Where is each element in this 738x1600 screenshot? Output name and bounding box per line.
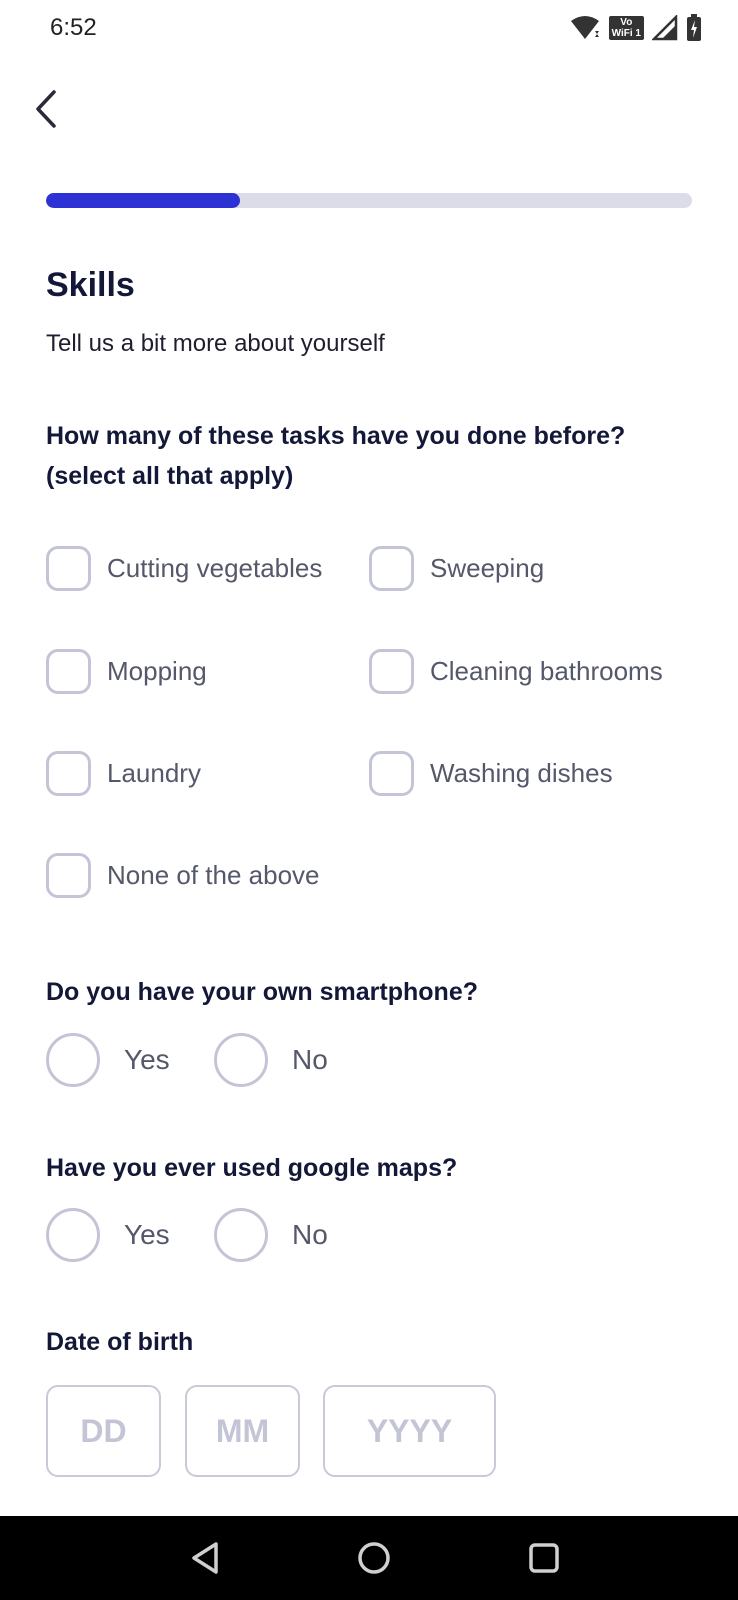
navigation-bar xyxy=(0,1516,738,1600)
home-circle-icon xyxy=(358,1542,390,1574)
radio-label: No xyxy=(292,1219,328,1250)
checkbox-box[interactable] xyxy=(369,546,414,591)
checkbox-none-of-the-above[interactable]: None of the above xyxy=(46,853,320,898)
page-title: Skills xyxy=(46,266,135,304)
nav-back-button[interactable] xyxy=(186,1538,226,1578)
nav-home-button[interactable] xyxy=(354,1538,394,1578)
dob-month-input[interactable] xyxy=(185,1385,300,1477)
dob-day-input[interactable] xyxy=(46,1385,161,1477)
battery-charging-icon xyxy=(687,14,701,41)
checkbox-box[interactable] xyxy=(46,751,91,796)
radio-smartphone-yes[interactable]: Yes xyxy=(46,1033,170,1087)
checkbox-box[interactable] xyxy=(46,649,91,694)
checkbox-washing-dishes[interactable]: Washing dishes xyxy=(369,751,613,796)
tasks-question: How many of these tasks have you done be… xyxy=(46,416,625,496)
radio-maps-no[interactable]: No xyxy=(214,1208,328,1262)
checkbox-box[interactable] xyxy=(369,751,414,796)
page-subtitle: Tell us a bit more about yourself xyxy=(46,330,385,357)
checkbox-laundry[interactable]: Laundry xyxy=(46,751,201,796)
checkbox-label: None of the above xyxy=(107,860,320,890)
vowifi-icon: Vo WiFi 1 xyxy=(608,16,644,40)
checkbox-box[interactable] xyxy=(46,546,91,591)
status-time: 6:52 xyxy=(50,14,97,41)
progress-fill xyxy=(46,193,240,208)
checkbox-label: Laundry xyxy=(107,758,201,788)
smartphone-question: Do you have your own smartphone? xyxy=(46,978,478,1006)
checkbox-label: Sweeping xyxy=(430,553,545,583)
checkbox-label: Cleaning bathrooms xyxy=(430,656,663,686)
dob-label: Date of birth xyxy=(46,1328,194,1356)
checkbox-sweeping[interactable]: Sweeping xyxy=(369,546,544,591)
radio-circle[interactable] xyxy=(46,1208,100,1262)
checkbox-label: Washing dishes xyxy=(430,758,613,788)
checkbox-mopping[interactable]: Mopping xyxy=(46,649,207,694)
radio-circle[interactable] xyxy=(214,1208,268,1262)
tasks-question-line2: (select all that apply) xyxy=(46,462,294,490)
status-icons: Vo WiFi 1 xyxy=(569,14,702,42)
radio-label: Yes xyxy=(124,1219,170,1250)
checkbox-cutting-vegetables[interactable]: Cutting vegetables xyxy=(46,546,322,591)
radio-label: Yes xyxy=(124,1044,170,1075)
status-bar: 6:52 Vo WiFi 1 xyxy=(0,0,738,56)
radio-label: No xyxy=(292,1044,328,1075)
dob-year-input[interactable] xyxy=(323,1385,496,1477)
progress-bar xyxy=(46,193,692,208)
back-button[interactable] xyxy=(30,84,66,134)
wifi-icon xyxy=(570,16,599,39)
chevron-left-icon xyxy=(36,90,56,128)
checkbox-label: Mopping xyxy=(107,656,207,686)
checkbox-label: Cutting vegetables xyxy=(107,553,323,583)
recents-square-icon xyxy=(529,1543,559,1573)
checkbox-box[interactable] xyxy=(369,649,414,694)
nav-recents-button[interactable] xyxy=(524,1538,564,1578)
tasks-question-line1: How many of these tasks have you done be… xyxy=(46,422,626,450)
signal-icon xyxy=(652,15,678,41)
vowifi-top-text: Vo xyxy=(620,17,633,28)
checkbox-box[interactable] xyxy=(46,853,91,898)
radio-circle[interactable] xyxy=(214,1033,268,1087)
maps-question: Have you ever used google maps? xyxy=(46,1154,458,1182)
radio-circle[interactable] xyxy=(46,1033,100,1087)
vowifi-bottom-text: WiFi 1 xyxy=(611,28,641,39)
back-triangle-icon xyxy=(192,1542,218,1574)
radio-maps-yes[interactable]: Yes xyxy=(46,1208,170,1262)
checkbox-cleaning-bathrooms[interactable]: Cleaning bathrooms xyxy=(369,649,663,694)
radio-smartphone-no[interactable]: No xyxy=(214,1033,328,1087)
